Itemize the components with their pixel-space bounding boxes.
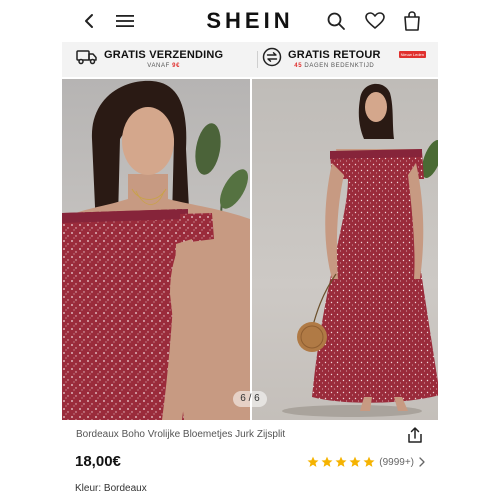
bag-icon[interactable] (397, 6, 427, 36)
star-icon (321, 456, 333, 467)
review-count: (9999+) (379, 456, 414, 468)
product-image-gallery[interactable]: 6 / 6 (62, 79, 438, 420)
search-icon[interactable] (321, 6, 351, 36)
rating-stars (307, 456, 375, 468)
free-return-subtitle: 45 DAGEN BEDENKTIJD (288, 63, 381, 69)
free-shipping-title: GRATIS VERZENDING (104, 49, 224, 61)
free-shipping-promo[interactable]: GRATIS VERZENDING VANAF 9€ (62, 42, 252, 77)
product-price: 18,00€ (75, 453, 121, 470)
image-counter: 6 / 6 (233, 391, 267, 407)
free-return-title: GRATIS RETOUR (288, 49, 381, 61)
star-icon (335, 456, 347, 467)
free-shipping-subtitle: VANAF 9€ (104, 63, 223, 69)
menu-icon[interactable] (110, 6, 140, 36)
free-shipping-subtitle-prefix: VANAF (147, 63, 170, 69)
price-rating-row: 18,00€ (9999+) (62, 450, 438, 474)
chevron-right-icon (419, 457, 425, 467)
shein-logo[interactable]: SHEIN (190, 6, 310, 36)
free-shipping-threshold: 9€ (172, 63, 181, 69)
back-icon[interactable] (74, 6, 104, 36)
new-members-badge: Nieuw Leden (398, 51, 426, 58)
product-title: Bordeaux Boho Vrolijke Bloemetjes Jurk Z… (76, 429, 286, 440)
star-icon (349, 456, 361, 467)
color-row: Kleur: Bordeaux (62, 480, 438, 498)
share-icon[interactable] (404, 424, 426, 446)
top-navigation-bar: SHEIN (0, 0, 500, 42)
return-icon (262, 47, 282, 72)
product-photo-fullbody[interactable] (252, 79, 438, 420)
product-rating[interactable]: (9999+) (307, 456, 426, 468)
promo-banner[interactable]: GRATIS VERZENDING VANAF 9€ GRATIS RETOUR… (62, 42, 438, 77)
star-icon (363, 456, 375, 467)
star-icon (307, 456, 319, 467)
color-label: Kleur: Bordeaux (75, 483, 147, 494)
free-return-promo[interactable]: GRATIS RETOUR 45 DAGEN BEDENKTIJD Nieuw … (252, 42, 438, 77)
product-photo-closeup[interactable] (62, 79, 250, 420)
return-days-text: DAGEN BEDENKTIJD (304, 63, 375, 69)
return-days-count: 45 (294, 63, 303, 69)
product-title-row: Bordeaux Boho Vrolijke Bloemetjes Jurk Z… (62, 424, 438, 446)
heart-icon[interactable] (360, 6, 390, 36)
truck-icon (76, 49, 98, 70)
